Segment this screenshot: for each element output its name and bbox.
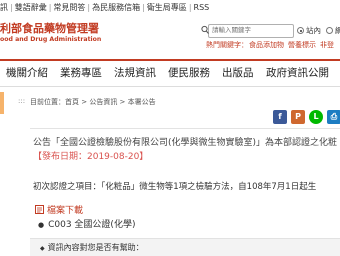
announcement-date: 【發布日期：2019-08-20】	[33, 152, 149, 162]
top-link-mailbox[interactable]: 為民服務信箱	[92, 2, 140, 13]
nav-item-regulations[interactable]: 法規資訊	[114, 65, 156, 80]
hot-keyword[interactable]: 非登	[320, 41, 334, 49]
top-link-rss[interactable]: RSS	[194, 3, 210, 12]
bullet-icon: ◆	[40, 245, 45, 252]
divider: |	[48, 3, 52, 12]
download-label: 檔案下載	[47, 206, 84, 216]
feedback-label: 資訊內容對您是否有幫助：	[47, 243, 144, 252]
scope-web-label: 網	[335, 26, 340, 35]
breadcrumb-marker-icon: :::	[18, 97, 26, 105]
hot-keywords: 熱門關鍵字：食品添加物 營養標示 非登	[206, 40, 338, 50]
radio-selected-icon[interactable]	[297, 27, 304, 34]
download-file-item[interactable]: ● C003 全國公證(化學)	[38, 217, 135, 230]
divider: |	[188, 3, 192, 12]
top-link-glossary[interactable]: 雙語辭彙	[15, 2, 47, 13]
facebook-icon[interactable]: f	[273, 110, 287, 124]
top-links: 訊 | 雙語辭彙 | 常見問答 | 為民服務信箱 | 衛生局專區 | RSS	[0, 2, 209, 13]
site-logo[interactable]: 利部食品藥物管理署 ood and Drug Administration	[0, 20, 110, 56]
sidebar-accent	[0, 92, 4, 114]
search-scope-site[interactable]: 站內	[297, 25, 321, 36]
content-divider	[30, 128, 340, 129]
logo-title-zh: 利部食品藥物管理署	[0, 22, 99, 35]
nav-item-services[interactable]: 便民服務	[168, 65, 210, 80]
hot-keywords-label: 熱門關鍵字：	[206, 41, 248, 49]
bullet-icon: ●	[38, 221, 45, 229]
plurk-icon[interactable]: P	[291, 110, 305, 124]
announcement-title: 公告「全國公證檢驗股份有限公司(化學與微生物實驗室)」為本部認證之化粧	[33, 138, 338, 148]
hot-keyword[interactable]: 營養標示	[288, 41, 316, 49]
download-section-heading: 檔案下載	[35, 203, 83, 216]
search-icon[interactable]	[201, 25, 209, 35]
main-nav: 機關介紹 業務專區 法規資訊 便民服務 出版品 政府資訊公開	[0, 61, 340, 82]
radio-icon[interactable]	[326, 27, 333, 34]
line-icon[interactable]: L	[309, 110, 323, 124]
nav-item-publications[interactable]: 出版品	[222, 65, 254, 80]
search-scope-web[interactable]: 網	[326, 25, 340, 36]
nav-item-business[interactable]: 業務專區	[60, 65, 102, 80]
download-icon	[35, 205, 44, 214]
breadcrumb: 目前位置：首頁 > 公告資訊 > 本署公告	[30, 98, 156, 106]
divider: |	[10, 3, 13, 12]
nav-item-open-government[interactable]: 政府資訊公開	[266, 65, 329, 80]
scope-site-label: 站內	[306, 26, 321, 35]
announcement-description: 初次認證之項目：「化粧品」微生物等1項之檢驗方法，自108年7月1日起生	[33, 182, 317, 192]
divider: |	[87, 3, 91, 12]
feedback-prompt: ◆ 資訊內容對您是否有幫助：	[40, 242, 144, 253]
nav-item-about[interactable]: 機關介紹	[6, 65, 48, 80]
divider: |	[142, 3, 145, 12]
top-link-faq[interactable]: 常見問答	[53, 2, 85, 13]
nav-bottom-border	[0, 86, 340, 87]
top-link-health-bureau[interactable]: 衛生局專區	[147, 2, 187, 13]
top-utility-bar: 訊 | 雙語辭彙 | 常見問答 | 為民服務信箱 | 衛生局專區 | RSS	[0, 0, 340, 16]
logo-title-en: ood and Drug Administration	[0, 36, 102, 43]
search-input[interactable]	[212, 24, 292, 36]
download-file-name[interactable]: C003 全國公證(化學)	[48, 220, 135, 230]
print-icon[interactable]: ⎙	[327, 110, 340, 124]
hot-keyword[interactable]: 食品添加物	[249, 41, 284, 49]
top-link-info[interactable]: 訊	[0, 2, 8, 13]
